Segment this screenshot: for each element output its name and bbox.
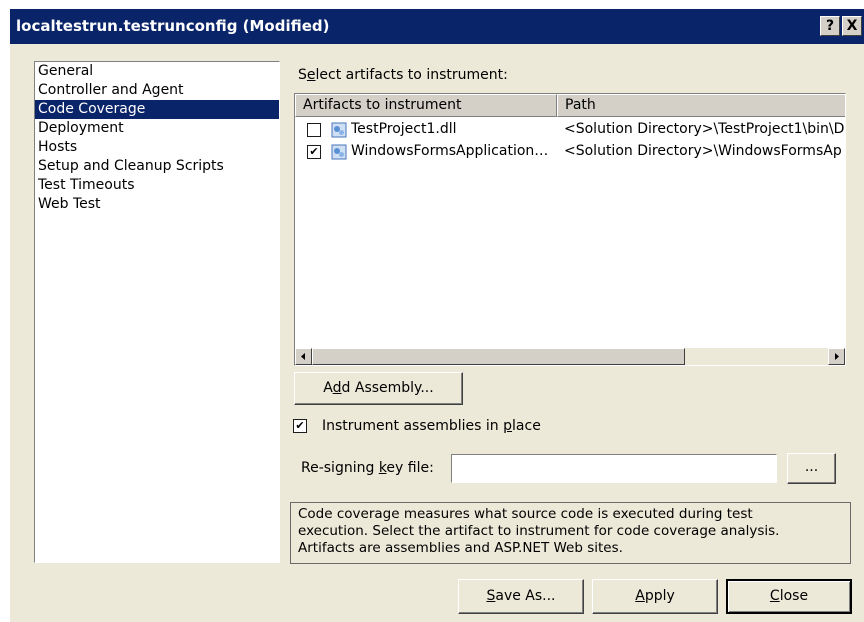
settings-category-list[interactable]: General Controller and Agent Code Covera… (34, 61, 280, 563)
description-line: execution. Select the artifact to instru… (298, 523, 780, 539)
assembly-icon (331, 122, 347, 138)
column-header-path[interactable]: Path (557, 94, 845, 117)
instrument-in-place-checkbox[interactable]: ✔ (293, 419, 307, 433)
test-run-config-dialog: localtestrun.testrunconfig (Modified) ? … (10, 9, 864, 622)
button-text: pply (644, 588, 675, 604)
button-text: lose (779, 588, 809, 604)
scroll-right-button[interactable] (828, 348, 845, 365)
help-button[interactable]: ? (820, 16, 840, 36)
close-window-button[interactable]: X (842, 16, 862, 36)
scroll-left-button[interactable] (295, 348, 312, 365)
title-bar[interactable]: localtestrun.testrunconfig (Modified) ? … (10, 9, 864, 44)
description-line: Artifacts are assemblies and ASP.NET Web… (298, 540, 623, 556)
button-accelerator: C (769, 588, 780, 604)
close-button[interactable]: Close (726, 579, 852, 614)
select-artifacts-label: Select artifacts to instrument: (298, 67, 508, 83)
arrow-right-icon (835, 353, 839, 360)
button-text: ave As... (495, 588, 556, 604)
nav-item-deployment[interactable]: Deployment (35, 119, 279, 138)
arrow-left-icon (301, 353, 305, 360)
button-text: A (323, 380, 333, 396)
label-part: Re-signing (301, 460, 379, 476)
label-part: lect artifacts to instrument: (315, 67, 508, 83)
artifact-path: <Solution Directory>\TestProject1\bin\D (564, 121, 845, 137)
label-part: Instrument assemblies in (322, 418, 504, 434)
column-header-artifacts[interactable]: Artifacts to instrument (295, 94, 557, 117)
button-text: d Assembly... (341, 380, 434, 396)
label-part: lace (512, 418, 541, 434)
resigning-key-file-input[interactable] (451, 454, 777, 483)
button-accelerator: d (332, 380, 342, 396)
resigning-key-label: Re-signing key file: (301, 460, 434, 476)
description-panel: Code coverage measures what source code … (290, 502, 851, 564)
description-line: Code coverage measures what source code … (298, 506, 753, 522)
button-accelerator: A (635, 588, 645, 604)
assembly-icon (331, 144, 347, 160)
label-part: S (298, 67, 307, 83)
window-title: localtestrun.testrunconfig (Modified) (16, 17, 330, 35)
nav-item-general[interactable]: General (35, 62, 279, 81)
scroll-thumb[interactable] (312, 348, 685, 365)
nav-item-setup-and-cleanup-scripts[interactable]: Setup and Cleanup Scripts (35, 157, 279, 176)
add-assembly-button[interactable]: Add Assembly... (294, 372, 463, 405)
artifact-checkbox[interactable]: ✔ (307, 145, 321, 159)
artifact-row[interactable]: TestProject1.dll <Solution Directory>\Te… (295, 119, 845, 141)
artifact-name: WindowsFormsApplication… (351, 143, 549, 159)
label-accelerator: e (306, 67, 316, 83)
instrument-in-place-label: Instrument assemblies in place (322, 418, 541, 434)
artifact-checkbox[interactable] (307, 123, 321, 137)
horizontal-scrollbar[interactable] (295, 348, 845, 365)
nav-item-hosts[interactable]: Hosts (35, 138, 279, 157)
label-accelerator: p (503, 418, 513, 434)
save-as-button[interactable]: Save As... (458, 579, 584, 614)
nav-item-code-coverage[interactable]: Code Coverage (35, 100, 279, 119)
artifact-path: <Solution Directory>\WindowsFormsAp (564, 143, 842, 159)
nav-item-controller-and-agent[interactable]: Controller and Agent (35, 81, 279, 100)
nav-item-test-timeouts[interactable]: Test Timeouts (35, 176, 279, 195)
artifact-row[interactable]: ✔ WindowsFormsApplication… <Solution Dir… (295, 141, 845, 163)
artifact-name: TestProject1.dll (351, 121, 457, 137)
artifacts-list[interactable]: Artifacts to instrument Path TestProject… (294, 93, 846, 366)
browse-key-file-button[interactable]: ... (787, 453, 836, 484)
apply-button[interactable]: Apply (592, 579, 718, 614)
label-part: ey file: (386, 460, 434, 476)
nav-item-web-test[interactable]: Web Test (35, 195, 279, 214)
